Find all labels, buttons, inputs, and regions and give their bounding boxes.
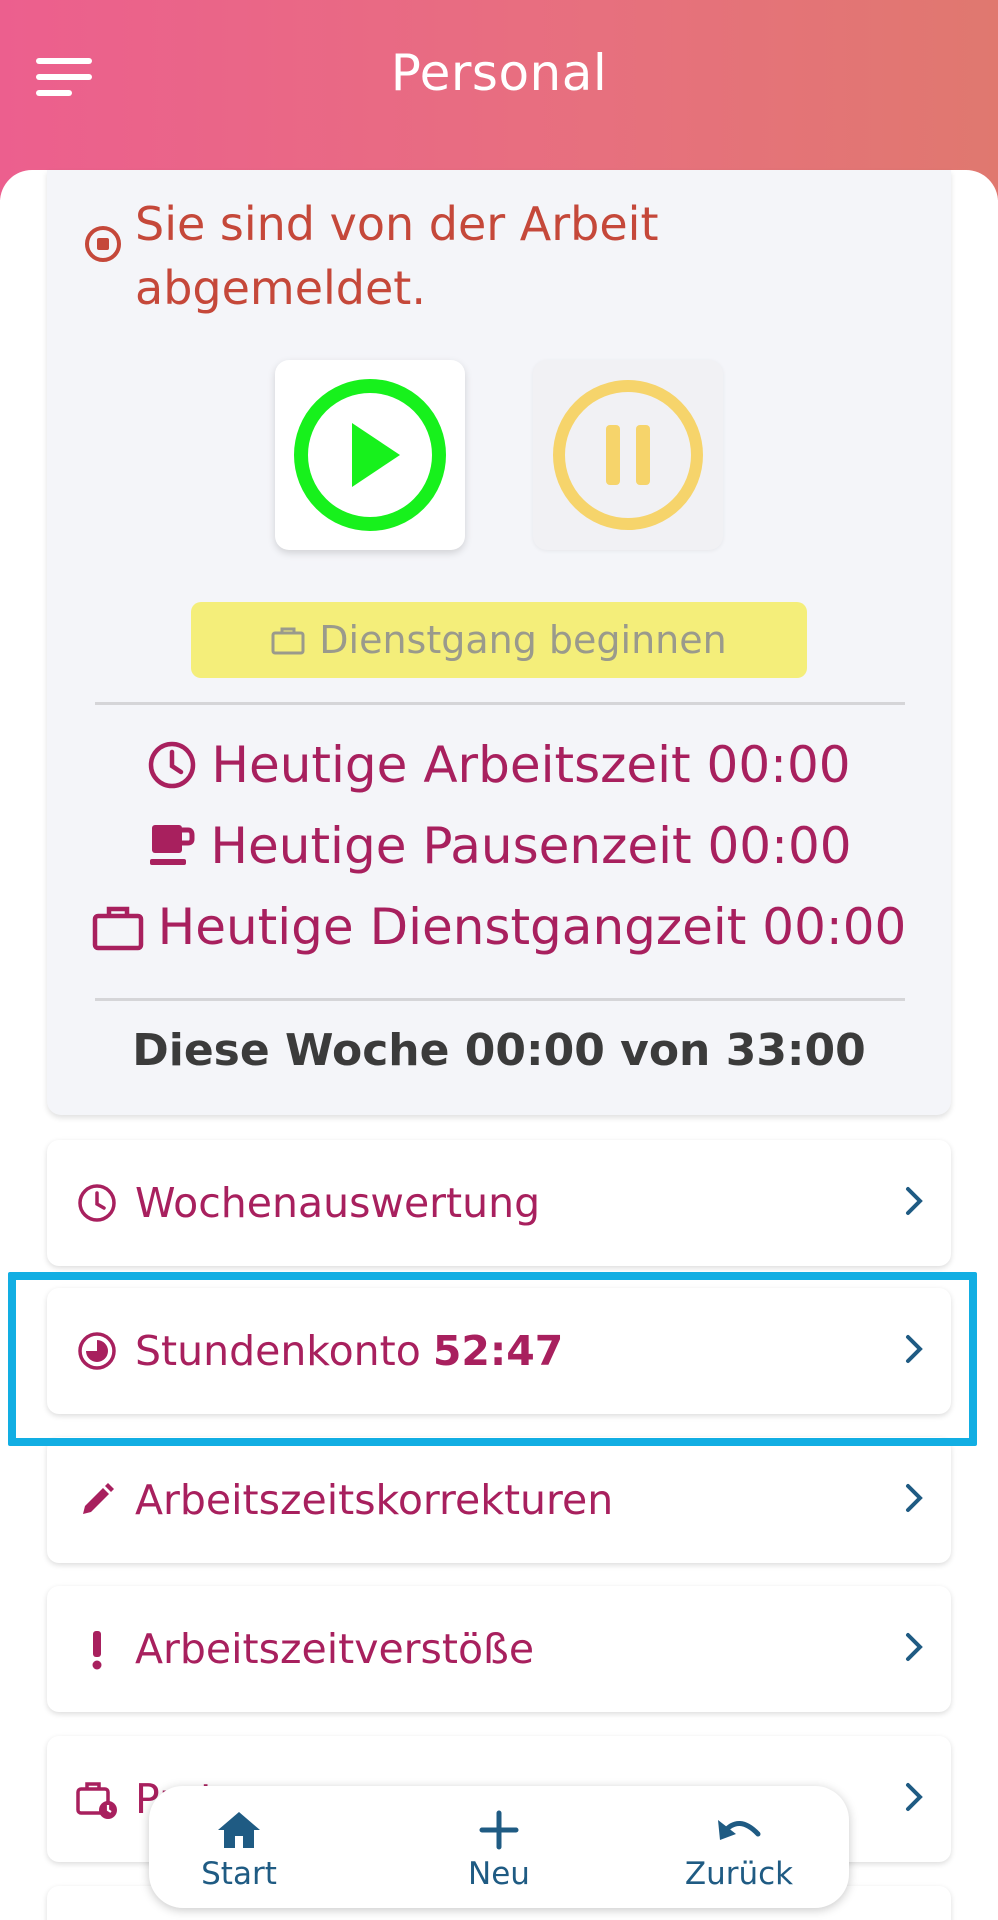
pencil-icon: [75, 1478, 119, 1522]
status-message-row: Sie sind von der Arbeit abgemeldet.: [83, 192, 903, 320]
nav-back-label: Zurück: [684, 1856, 794, 1892]
status-message: Sie sind von der Arbeit abgemeldet.: [135, 197, 659, 315]
chevron-right-icon: [906, 1484, 923, 1512]
row-label: Arbeitszeitverstöße: [135, 1625, 535, 1673]
briefcase-icon: [271, 627, 305, 655]
status-card: Sie sind von der Arbeit abgemeldet. Dien…: [47, 170, 951, 1115]
divider: [95, 998, 905, 1001]
exclamation-icon: [75, 1627, 119, 1671]
clock-icon: [149, 741, 196, 789]
page-title: Personal: [390, 44, 608, 102]
today-work-label: Heutige Arbeitszeit 00:00: [211, 736, 851, 794]
briefcase-icon: [92, 906, 143, 951]
stop-circle-icon: [85, 226, 121, 262]
row-weekly-evaluation[interactable]: Wochenauswertung: [47, 1140, 951, 1266]
divider: [95, 702, 905, 705]
main-content: Sie sind von der Arbeit abgemeldet. Dien…: [0, 170, 998, 1920]
week-summary: Diese Woche 00:00 von 33:00: [132, 1025, 866, 1076]
nav-new[interactable]: Neu: [409, 1808, 589, 1892]
clock-icon: [75, 1181, 119, 1225]
plus-icon: [479, 1810, 519, 1850]
start-errand-button[interactable]: Dienstgang beginnen: [191, 602, 807, 678]
today-errand-time: Heutige Dienstgangzeit 00:00: [47, 898, 951, 956]
nav-start[interactable]: Start: [149, 1808, 329, 1892]
briefcase-clock-icon: [75, 1777, 119, 1821]
home-icon: [218, 1812, 260, 1848]
bottom-nav: Start Neu Zurück: [149, 1786, 849, 1908]
selection-highlight: [8, 1272, 977, 1446]
clock-in-button[interactable]: [275, 360, 465, 550]
nav-new-label: Neu: [468, 1856, 530, 1892]
chevron-right-icon: [906, 1633, 923, 1661]
row-label: Wochenauswertung: [135, 1179, 541, 1227]
today-work-time: Heutige Arbeitszeit 00:00: [47, 736, 951, 794]
row-label: Arbeitszeitskorrekturen: [135, 1476, 614, 1524]
nav-start-label: Start: [201, 1856, 277, 1892]
play-circle-icon: [294, 379, 446, 531]
row-time-corrections[interactable]: Arbeitszeitskorrekturen: [47, 1437, 951, 1563]
chevron-right-icon: [906, 1187, 923, 1215]
start-errand-label: Dienstgang beginnen: [319, 618, 727, 662]
nav-back[interactable]: Zurück: [649, 1808, 829, 1892]
coffee-icon: [150, 825, 195, 865]
today-errand-label: Heutige Dienstgangzeit 00:00: [157, 898, 907, 956]
today-pause-label: Heutige Pausenzeit 00:00: [210, 817, 852, 875]
chevron-right-icon: [906, 1783, 923, 1811]
undo-icon: [718, 1820, 761, 1840]
today-pause-time: Heutige Pausenzeit 00:00: [47, 817, 951, 875]
row-time-violations[interactable]: Arbeitszeitverstöße: [47, 1586, 951, 1712]
pause-button[interactable]: [533, 360, 723, 550]
pause-circle-icon: [553, 380, 703, 530]
